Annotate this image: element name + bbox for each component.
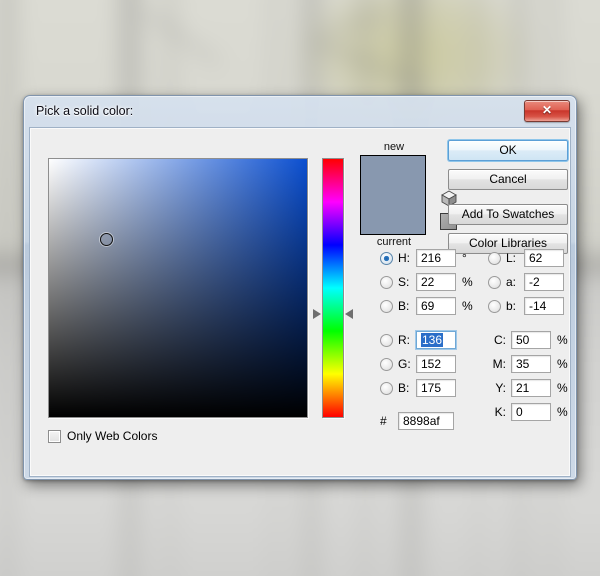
rgb-row-red[interactable]: R: 136 xyxy=(380,328,474,352)
label-yellow: Y: xyxy=(495,381,506,395)
hsb-row-brightness[interactable]: B: 69 % xyxy=(380,294,474,318)
unit-hue: ° xyxy=(462,251,467,265)
color-preview-block: new current xyxy=(360,140,428,250)
radio-hue[interactable] xyxy=(380,251,393,265)
radio-blue[interactable] xyxy=(380,381,393,395)
input-black[interactable]: 0 xyxy=(511,403,551,421)
hue-marker-left[interactable] xyxy=(313,308,321,319)
label-black: K: xyxy=(494,405,506,419)
hsb-field-group: H: 216 ° S: 22 % B: 69 % xyxy=(380,246,474,318)
add-to-swatches-button[interactable]: Add To Swatches xyxy=(448,204,568,225)
dialog-button-column: OK Cancel Add To Swatches Color Librarie… xyxy=(448,140,568,262)
input-magenta[interactable]: 35 xyxy=(511,355,551,373)
label-magenta: M: xyxy=(492,357,506,371)
rgb-row-green[interactable]: G: 152 xyxy=(380,352,474,376)
unit-saturation: % xyxy=(462,275,473,289)
label-hue: H: xyxy=(398,251,410,265)
input-hue[interactable]: 216 xyxy=(416,249,456,267)
input-saturation[interactable]: 22 xyxy=(416,273,456,291)
input-red-value: 136 xyxy=(421,333,444,347)
cmyk-row-yellow[interactable]: Y: 21 % xyxy=(488,376,569,400)
only-web-colors-row[interactable]: Only Web Colors xyxy=(48,429,157,443)
only-web-colors-checkbox[interactable] xyxy=(48,429,61,443)
label-green: G: xyxy=(398,357,411,371)
label-lab-b: b: xyxy=(506,299,517,313)
input-brightness[interactable]: 69 xyxy=(416,297,456,315)
new-color-swatch[interactable] xyxy=(361,156,425,195)
hex-prefix: # xyxy=(380,414,387,428)
cmyk-field-group: C: 50 % M: 35 % Y: 21 % K: 0 % xyxy=(488,328,569,424)
input-hex[interactable]: 8898af xyxy=(398,412,454,430)
radio-lab-a[interactable] xyxy=(488,275,501,289)
radio-green[interactable] xyxy=(380,357,393,371)
label-lab-a: a: xyxy=(506,275,517,289)
unit-cyan: % xyxy=(557,333,568,347)
radio-red[interactable] xyxy=(380,333,393,347)
color-swatch-box[interactable] xyxy=(360,155,426,235)
unit-yellow: % xyxy=(557,381,568,395)
new-color-label: new xyxy=(383,141,405,153)
lab-field-group: L: 62 a: -2 b: -14 xyxy=(488,246,564,318)
input-lab-b[interactable]: -14 xyxy=(524,297,564,315)
hex-row[interactable]: # 8898af xyxy=(380,412,454,430)
close-button[interactable]: ✕ xyxy=(524,100,570,122)
hsb-row-hue[interactable]: H: 216 ° xyxy=(380,246,474,270)
label-blue: B: xyxy=(398,381,410,395)
cmyk-row-black[interactable]: K: 0 % xyxy=(488,400,569,424)
radio-saturation[interactable] xyxy=(380,275,393,289)
cmyk-row-cyan[interactable]: C: 50 % xyxy=(488,328,569,352)
saturation-brightness-field[interactable] xyxy=(48,158,308,418)
label-saturation: S: xyxy=(398,275,410,289)
radio-brightness[interactable] xyxy=(380,299,393,313)
cancel-button[interactable]: Cancel xyxy=(448,169,568,190)
hue-marker-right[interactable] xyxy=(345,308,353,319)
lab-row-a[interactable]: a: -2 xyxy=(488,270,564,294)
color-picker-dialog: Pick a solid color: ✕ Only Web Colors ne… xyxy=(23,95,577,480)
sb-gradient[interactable] xyxy=(49,159,307,417)
label-brightness: B: xyxy=(398,299,410,313)
radio-lab-b[interactable] xyxy=(488,299,501,313)
input-lab-l[interactable]: 62 xyxy=(524,249,564,267)
input-red[interactable]: 136 xyxy=(416,331,456,349)
label-red: R: xyxy=(398,333,410,347)
only-web-colors-label: Only Web Colors xyxy=(67,429,158,443)
input-blue[interactable]: 175 xyxy=(416,379,456,397)
hue-gradient[interactable] xyxy=(323,159,343,417)
rgb-row-blue[interactable]: B: 175 xyxy=(380,376,474,400)
lab-row-lightness[interactable]: L: 62 xyxy=(488,246,564,270)
unit-brightness: % xyxy=(462,299,473,313)
dialog-title: Pick a solid color: xyxy=(36,104,134,118)
rgb-field-group: R: 136 G: 152 B: 175 xyxy=(380,328,474,400)
hue-slider[interactable] xyxy=(313,158,353,418)
current-color-swatch[interactable] xyxy=(361,195,425,234)
label-cyan: C: xyxy=(494,333,506,347)
input-green[interactable]: 152 xyxy=(416,355,456,373)
unit-magenta: % xyxy=(557,357,568,371)
close-icon: ✕ xyxy=(541,103,553,117)
lab-row-b[interactable]: b: -14 xyxy=(488,294,564,318)
radio-lab-l[interactable] xyxy=(488,251,501,265)
title-bar: Pick a solid color: ✕ xyxy=(29,100,571,127)
input-lab-a[interactable]: -2 xyxy=(524,273,564,291)
unit-black: % xyxy=(557,405,568,419)
input-cyan[interactable]: 50 xyxy=(511,331,551,349)
input-yellow[interactable]: 21 xyxy=(511,379,551,397)
cmyk-row-magenta[interactable]: M: 35 % xyxy=(488,352,569,376)
label-lab-l: L: xyxy=(506,251,517,265)
dialog-client-area: Only Web Colors new current OK Cancel Ad… xyxy=(29,127,571,477)
ok-button[interactable]: OK xyxy=(448,140,568,161)
hsb-row-saturation[interactable]: S: 22 % xyxy=(380,270,474,294)
